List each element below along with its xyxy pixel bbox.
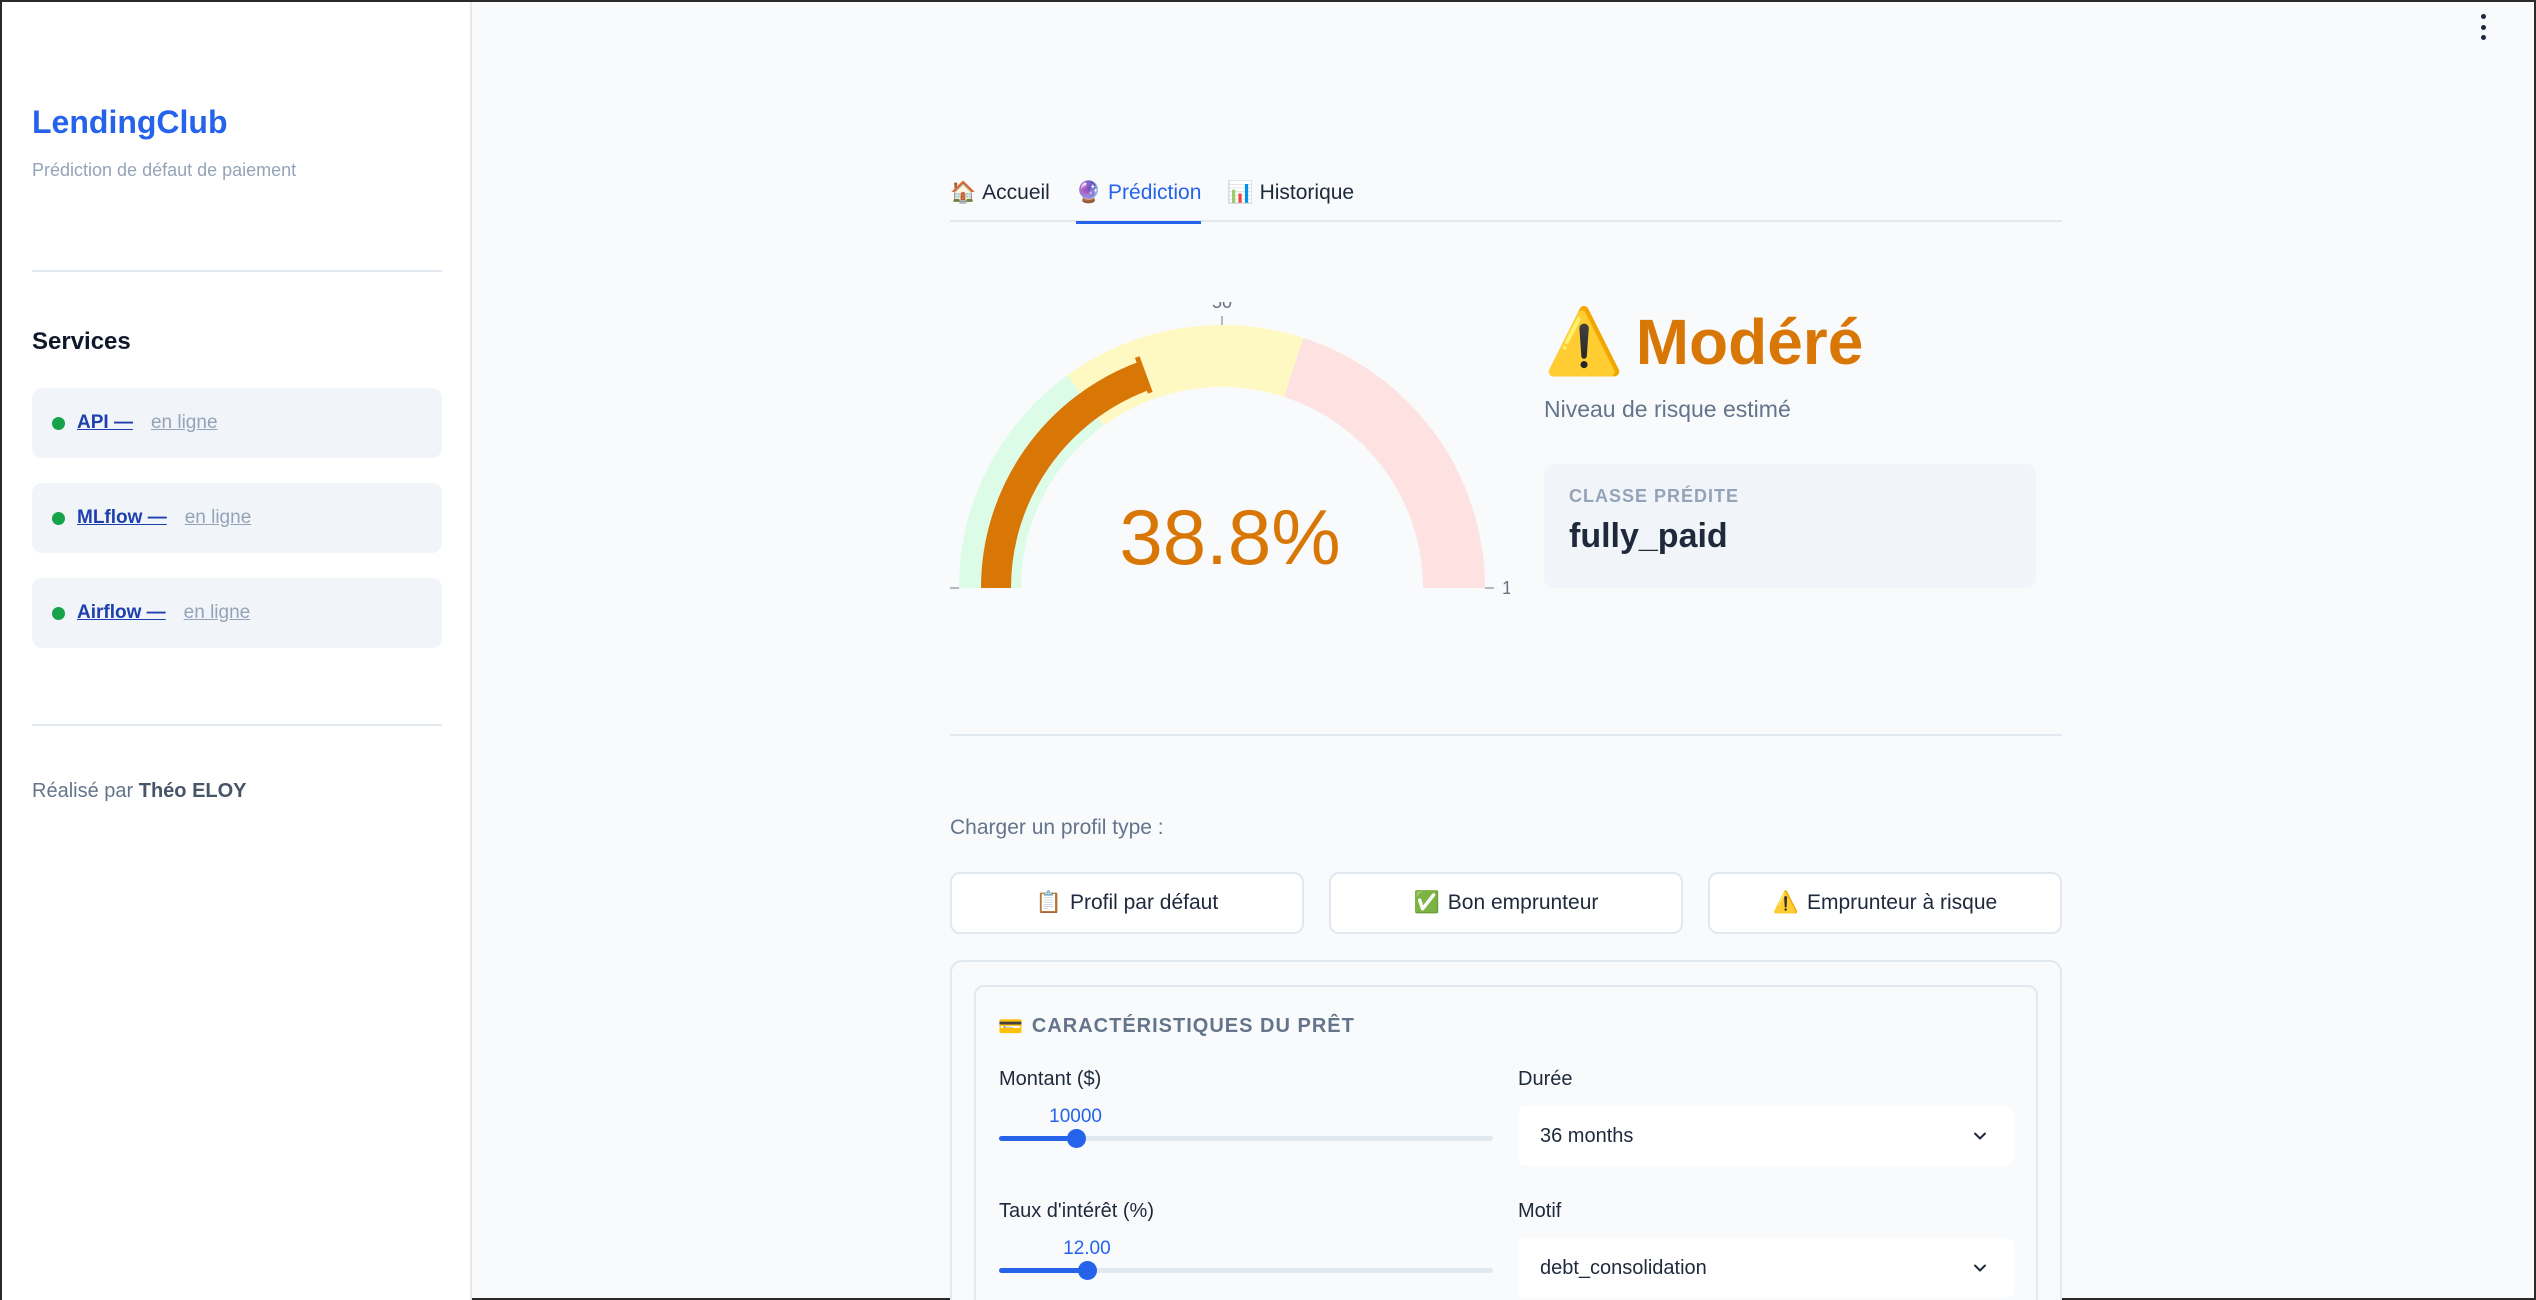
section-divider — [950, 734, 2062, 736]
chevron-down-icon — [1974, 1264, 1986, 1272]
profile-label: Charger un profil type : — [950, 816, 1164, 839]
check-mark-icon: ✅ — [1413, 891, 1440, 914]
risk-level: Modéré — [1635, 305, 1864, 378]
slider-thumb[interactable] — [1066, 1129, 1086, 1148]
brand-subtitle: Prédiction de défaut de paiement — [32, 160, 297, 180]
sidebar: LendingClub Prédiction de défaut de paie… — [2, 2, 472, 1300]
credit-card-icon: 💳 — [998, 1016, 1024, 1038]
tab-bar: 🏠 Accueil 🔮 Prédiction 📊 Historique — [950, 170, 2062, 224]
risk-subtitle: Niveau de risque estimé — [1544, 396, 1791, 422]
service-api-status[interactable]: en ligne — [151, 412, 218, 434]
purpose-label: Motif — [1518, 1200, 1562, 1222]
rate-label: Taux d'intérêt (%) — [999, 1200, 1154, 1222]
gauge-value-text: 38.8% — [1119, 493, 1341, 581]
duration-label: Durée — [1518, 1068, 1573, 1090]
credit-author: Théo ELOY — [138, 780, 247, 802]
default-profile-button[interactable]: 📋 Profil par défaut — [950, 872, 1304, 934]
risky-borrower-button[interactable]: ⚠️ Emprunteur à risque — [1708, 872, 2062, 934]
select-value: debt_consolidation — [1540, 1256, 1707, 1279]
tab-label: Historique — [1259, 181, 1355, 204]
risk-gauge: 0 50 100 38.8% — [932, 292, 1532, 622]
home-icon: 🏠 — [950, 181, 977, 204]
bar-chart-icon: 📊 — [1227, 181, 1254, 204]
brand-title: LendingClub — [32, 104, 228, 140]
button-label: Profil par défaut — [1069, 891, 1219, 914]
amount-slider[interactable]: 10000 — [999, 1106, 1493, 1152]
good-borrower-button[interactable]: ✅ Bon emprunteur — [1329, 872, 1683, 934]
service-airflow-link[interactable]: Airflow — — [77, 602, 166, 624]
slider-thumb[interactable] — [1077, 1261, 1097, 1280]
interest-rate-slider[interactable]: 12.00 — [999, 1238, 1493, 1284]
more-menu-icon[interactable] — [2478, 14, 2488, 40]
tab-label: Accueil — [982, 181, 1050, 204]
predicted-class-value: fully_paid — [1569, 517, 1728, 555]
warning-icon: ⚠️ — [1772, 891, 1799, 914]
service-api-link[interactable]: API — — [77, 412, 133, 434]
service-mlflow: MLflow — en ligne — [32, 483, 442, 553]
slider-value: 10000 — [1049, 1106, 1102, 1127]
service-mlflow-link[interactable]: MLflow — — [77, 507, 167, 529]
service-airflow-status[interactable]: en ligne — [184, 602, 251, 624]
service-api: API — en ligne — [32, 388, 442, 458]
select-value: 36 months — [1540, 1124, 1634, 1147]
sidebar-divider — [32, 270, 442, 272]
services-title: Services — [32, 328, 131, 355]
status-dot-icon — [52, 416, 65, 430]
purpose-select[interactable]: debt_consolidation — [1518, 1238, 2014, 1298]
chevron-down-icon — [1974, 1132, 1986, 1140]
predicted-class-label: CLASSE PRÉDITE — [1569, 486, 1740, 506]
button-label: Bon emprunteur — [1447, 891, 1599, 914]
button-label: Emprunteur à risque — [1806, 891, 1998, 914]
tab-label: Prédiction — [1108, 181, 1202, 204]
duration-select[interactable]: 36 months — [1518, 1106, 2014, 1166]
warning-icon: ⚠️ — [1544, 305, 1624, 377]
status-dot-icon — [52, 606, 65, 620]
risk-level-title: ⚠️ Modéré — [1544, 304, 1863, 379]
status-dot-icon — [52, 511, 65, 525]
predicted-class-card: CLASSE PRÉDITE fully_paid — [1544, 464, 2036, 588]
tab-prediction[interactable]: 🔮 Prédiction — [1075, 170, 1202, 224]
gauge-label-mid: 50 — [1212, 302, 1232, 312]
slider-value: 12.00 — [1063, 1238, 1111, 1259]
sidebar-divider — [32, 724, 442, 726]
clipboard-icon: 📋 — [1035, 891, 1062, 914]
crystal-ball-icon: 🔮 — [1075, 181, 1103, 204]
credit-text: Réalisé par Théo ELOY — [32, 780, 247, 803]
credit-prefix: Réalisé par — [32, 780, 134, 802]
amount-label: Montant ($) — [999, 1068, 1102, 1090]
slider-fill — [999, 1268, 1087, 1273]
slider-fill — [999, 1136, 1076, 1141]
service-mlflow-status[interactable]: en ligne — [185, 507, 252, 529]
service-airflow: Airflow — en ligne — [32, 578, 442, 648]
section-title: 💳 CARACTÉRISTIQUES DU PRÊT — [998, 1014, 1355, 1039]
section-title-text: CARACTÉRISTIQUES DU PRÊT — [1031, 1015, 1355, 1037]
tab-accueil[interactable]: 🏠 Accueil — [950, 170, 1050, 222]
tab-historique[interactable]: 📊 Historique — [1227, 170, 1354, 222]
